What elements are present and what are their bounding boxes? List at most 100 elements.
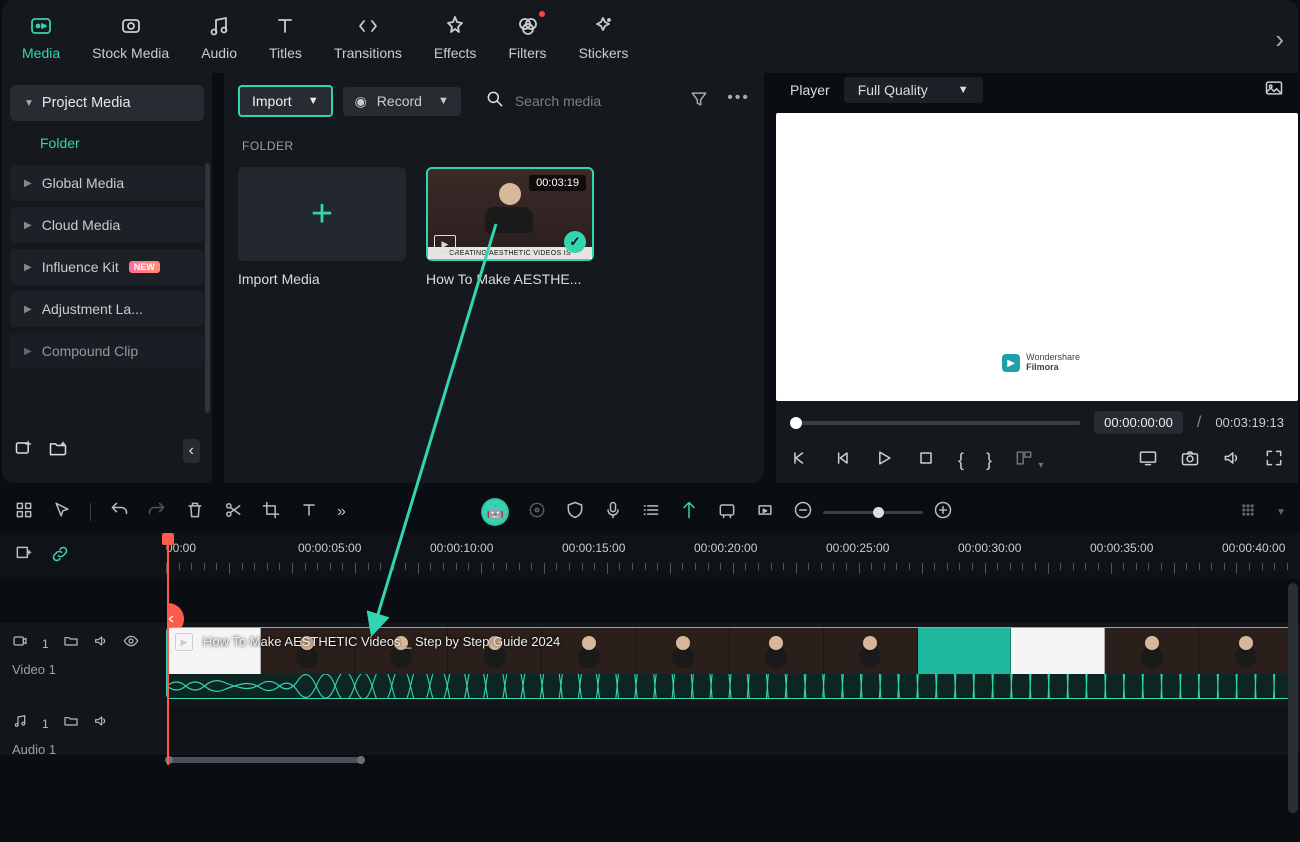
tab-audio[interactable]: Audio: [201, 13, 237, 61]
tab-stock-media[interactable]: Stock Media: [92, 13, 169, 61]
check-icon: ✓: [564, 231, 586, 253]
shield-icon[interactable]: [565, 500, 585, 525]
ai-icon[interactable]: 🤖: [481, 498, 509, 526]
more-icon[interactable]: •••: [727, 89, 750, 114]
zoom-in-icon[interactable]: [933, 500, 953, 525]
sidebar-project-media[interactable]: ▼ Project Media: [10, 85, 204, 121]
sidebar-influence-kit[interactable]: ▶Influence KitNEW: [10, 249, 204, 285]
list-icon[interactable]: [641, 500, 661, 525]
expand-tools-icon[interactable]: »: [337, 503, 346, 521]
sidebar: ▼ Project Media Folder ▶Global Media ▶Cl…: [2, 73, 212, 483]
sidebar-scrollbar[interactable]: [205, 163, 210, 413]
volume-icon[interactable]: [1222, 448, 1242, 473]
chevron-down-icon: ▼: [438, 95, 449, 107]
marker-icon[interactable]: [679, 500, 699, 525]
display-icon[interactable]: [1138, 448, 1158, 473]
tab-transitions[interactable]: Transitions: [334, 13, 402, 61]
prev-frame-icon[interactable]: [790, 448, 810, 473]
tab-effects[interactable]: Effects: [434, 13, 477, 61]
snapshot-icon[interactable]: [1180, 448, 1200, 473]
link-icon[interactable]: [50, 544, 70, 569]
redo-icon[interactable]: [147, 500, 167, 525]
undo-icon[interactable]: [109, 500, 129, 525]
plus-icon: +: [311, 193, 333, 236]
mic-icon[interactable]: [603, 500, 623, 525]
timeline-toolbar: » 🤖 ▼: [0, 491, 1300, 533]
import-media-tile[interactable]: + Import Media: [238, 167, 406, 287]
mark-in-icon[interactable]: {: [958, 450, 964, 471]
fit-icon[interactable]: [755, 500, 775, 525]
video-clip[interactable]: ▶ How To Make AESTHETIC Videos _ Step by…: [166, 627, 1294, 699]
tab-filters[interactable]: Filters: [508, 13, 546, 61]
text-icon[interactable]: [299, 500, 319, 525]
video-type-icon: ▶: [434, 235, 456, 253]
grid-icon[interactable]: [14, 500, 34, 525]
sidebar-global-media[interactable]: ▶Global Media: [10, 165, 204, 201]
speed-icon[interactable]: [527, 500, 547, 525]
media-panel: Import ▼ ◉ Record ▼ ••• FOLDER + Import …: [224, 73, 764, 483]
record-button[interactable]: ◉ Record ▼: [343, 87, 461, 116]
pointer-icon[interactable]: [52, 500, 72, 525]
crop-icon[interactable]: [261, 500, 281, 525]
folder-icon[interactable]: [63, 631, 79, 656]
new-folder-icon[interactable]: [48, 438, 68, 463]
tab-media[interactable]: Media: [22, 13, 60, 61]
fullscreen-icon[interactable]: [1264, 448, 1284, 473]
filter-icon[interactable]: [689, 89, 709, 114]
thumbnail-person: [485, 183, 535, 233]
tab-stickers[interactable]: Stickers: [579, 13, 629, 61]
import-button[interactable]: Import ▼: [238, 85, 333, 117]
video-track-icon: [12, 631, 28, 656]
audio-track-header: 1 Audio 1: [0, 703, 166, 755]
watermark: ▶ WondershareFilmora: [1002, 353, 1080, 373]
picture-icon[interactable]: [1264, 78, 1284, 103]
cut-icon[interactable]: [223, 500, 243, 525]
search-input[interactable]: [515, 93, 675, 109]
timeline-ruler[interactable]: 00:0000:00:05:0000:00:10:0000:00:15:0000…: [166, 533, 1300, 579]
sidebar-folder-label[interactable]: Folder: [10, 121, 204, 165]
delete-icon[interactable]: [185, 500, 205, 525]
filters-icon: [515, 13, 541, 39]
player-label: Player: [790, 82, 830, 98]
seek-bar[interactable]: [790, 421, 1080, 425]
media-clip-tile[interactable]: CREATING AESTHETIC VIDEOS IS 00:03:19 ▶ …: [426, 167, 594, 287]
sidebar-compound-clip[interactable]: ▶Compound Clip: [10, 333, 204, 369]
notification-dot: [539, 11, 545, 17]
mute-icon[interactable]: [93, 711, 109, 736]
add-folder-icon[interactable]: [14, 438, 34, 463]
collapse-sidebar-icon[interactable]: ‹: [183, 439, 200, 463]
playhead[interactable]: [167, 533, 169, 765]
add-track-icon[interactable]: [14, 544, 34, 569]
preview-viewport[interactable]: ▶ WondershareFilmora: [776, 113, 1298, 401]
sidebar-adjustment-layer[interactable]: ▶Adjustment La...: [10, 291, 204, 327]
stop-icon[interactable]: [916, 448, 936, 473]
video-track-name: Video 1: [12, 662, 154, 677]
more-tabs-icon[interactable]: ›: [1275, 24, 1284, 55]
search-icon: [485, 89, 505, 114]
sidebar-cloud-media[interactable]: ▶Cloud Media: [10, 207, 204, 243]
view-dropdown-icon[interactable]: ▼: [1276, 507, 1286, 518]
top-nav: Media Stock Media Audio Titles Transitio…: [2, 0, 1298, 73]
view-grid-icon[interactable]: [1238, 500, 1258, 525]
play-icon[interactable]: [874, 448, 894, 473]
clip-play-icon: ▶: [175, 633, 193, 651]
eye-icon[interactable]: [123, 631, 139, 656]
time-separator: /: [1197, 414, 1201, 432]
zoom-out-icon[interactable]: [793, 500, 813, 525]
timeline-vscroll[interactable]: [1288, 583, 1298, 813]
step-back-icon[interactable]: [832, 448, 852, 473]
tab-titles[interactable]: Titles: [269, 13, 302, 61]
quality-select[interactable]: Full Quality ▼: [844, 77, 983, 103]
layout-icon[interactable]: ▾: [1014, 448, 1043, 473]
render-icon[interactable]: [717, 500, 737, 525]
audio-track-body[interactable]: [166, 707, 1294, 751]
transitions-icon: [355, 13, 381, 39]
timeline-scrollbar[interactable]: [0, 755, 1300, 765]
mark-out-icon[interactable]: }: [986, 450, 992, 471]
clip-title: How To Make AESTHETIC Videos _ Step by S…: [203, 634, 560, 649]
zoom-slider[interactable]: [823, 511, 923, 514]
audio-icon: [206, 13, 232, 39]
folder-icon[interactable]: [63, 711, 79, 736]
media-icon: [28, 13, 54, 39]
mute-icon[interactable]: [93, 631, 109, 656]
